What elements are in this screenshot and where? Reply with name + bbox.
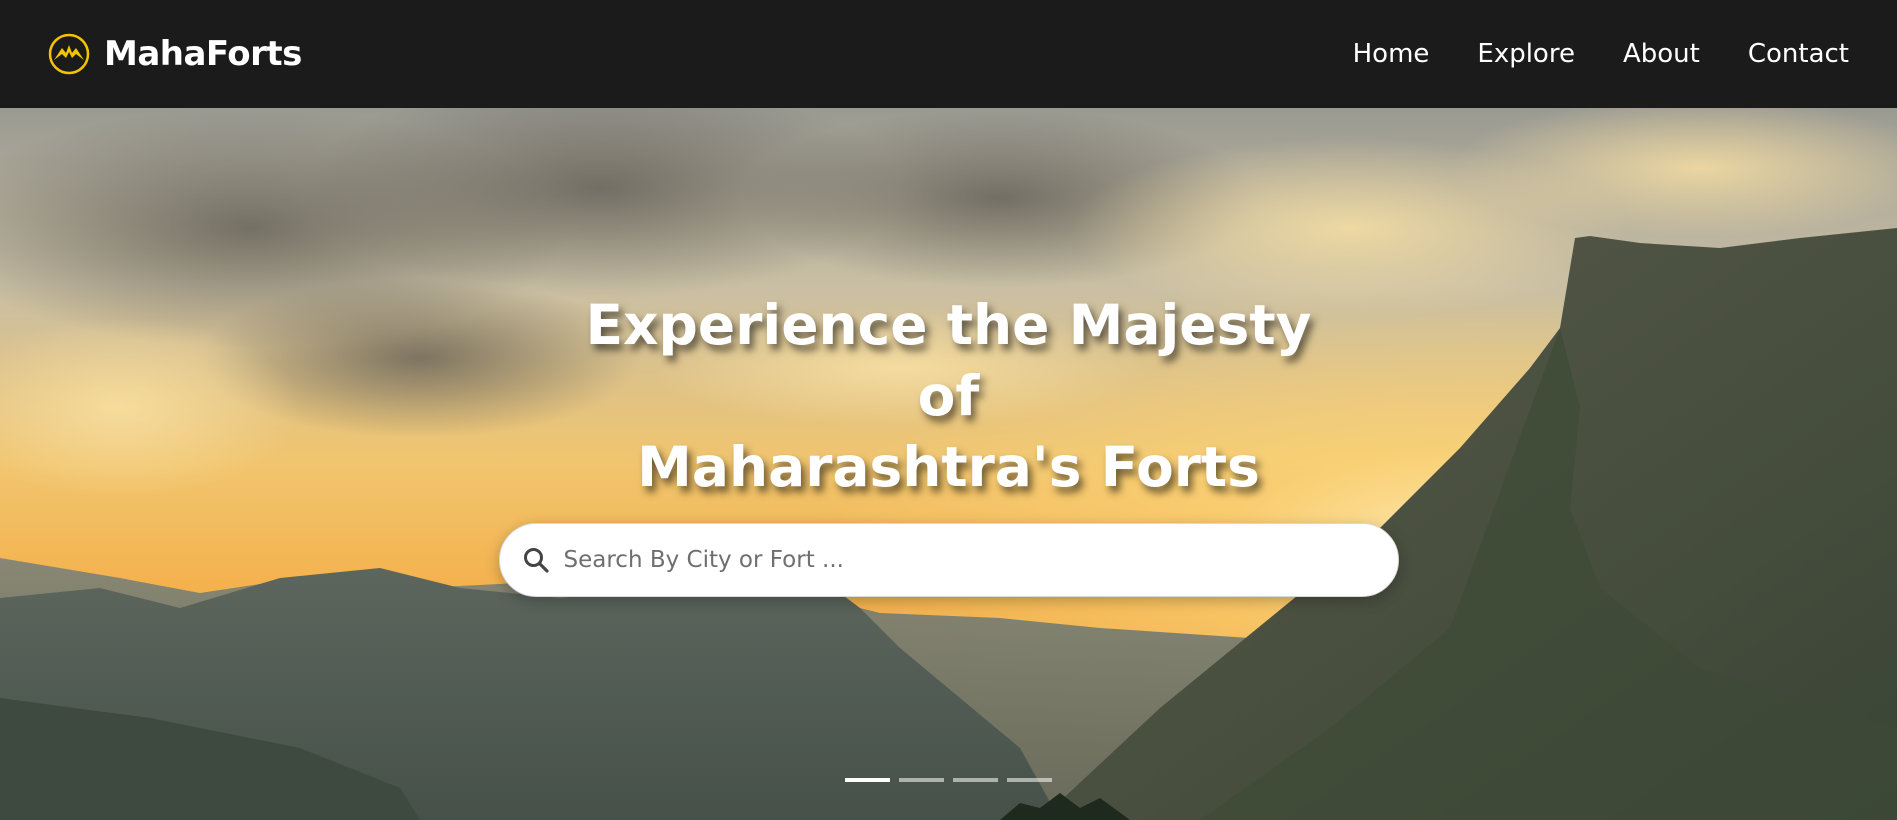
carousel-indicator-3[interactable] — [953, 778, 998, 782]
brand-name: MahaForts — [104, 34, 302, 74]
hero-title: Experience the Majesty of Maharashtra's … — [549, 290, 1349, 503]
hero-title-line1: Experience the Majesty of — [585, 293, 1312, 428]
nav-links: Home Explore About Contact — [1353, 39, 1849, 69]
carousel-indicator-4[interactable] — [1007, 778, 1052, 782]
carousel-indicator-2[interactable] — [899, 778, 944, 782]
nav-link-home[interactable]: Home — [1353, 39, 1430, 69]
hero-carousel: Experience the Majesty of Maharashtra's … — [0, 108, 1897, 820]
nav-link-about[interactable]: About — [1623, 39, 1700, 69]
mountain-logo-icon — [48, 33, 90, 75]
nav-link-contact[interactable]: Contact — [1748, 39, 1849, 69]
hero-title-line2: Maharashtra's Forts — [637, 435, 1260, 499]
carousel-indicator-1[interactable] — [845, 778, 890, 782]
hero-content: Experience the Majesty of Maharashtra's … — [0, 290, 1897, 597]
search-input[interactable] — [563, 547, 1376, 573]
navbar: MahaForts Home Explore About Contact — [0, 0, 1897, 108]
nav-link-explore[interactable]: Explore — [1477, 39, 1575, 69]
carousel-indicators — [845, 778, 1052, 782]
search-bar[interactable] — [498, 523, 1399, 597]
search-icon — [523, 548, 549, 573]
brand[interactable]: MahaForts — [48, 33, 302, 75]
